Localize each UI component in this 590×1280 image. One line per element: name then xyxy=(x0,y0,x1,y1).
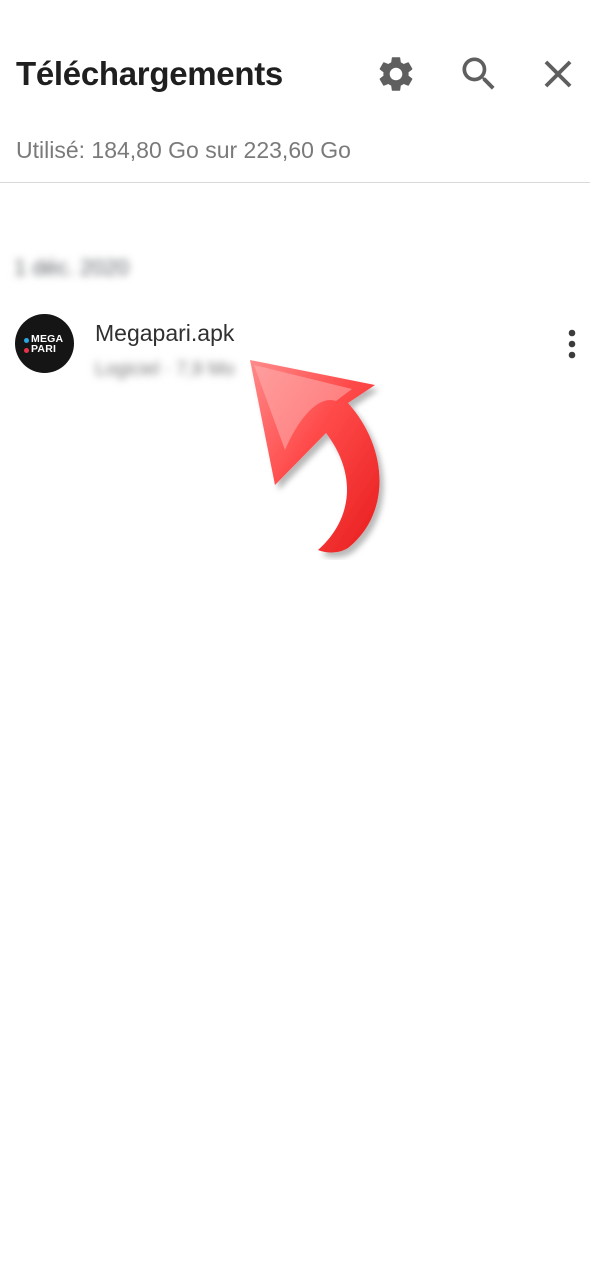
more-options-button[interactable] xyxy=(552,322,590,366)
header-divider xyxy=(0,182,590,183)
file-name: Megapari.apk xyxy=(95,320,235,346)
download-list-item[interactable]: MEGA PARI Megapari.apk Logiciel · 7,9 Mo xyxy=(0,300,590,390)
settings-icon xyxy=(379,57,413,91)
megapari-app-icon: MEGA PARI xyxy=(15,314,74,373)
search-button[interactable] xyxy=(455,50,503,98)
logo-dot-blue xyxy=(24,338,29,343)
app-header: Téléchargements xyxy=(0,0,590,120)
settings-button[interactable] xyxy=(372,50,420,98)
close-icon xyxy=(544,60,572,88)
more-vert-icon xyxy=(568,329,576,359)
close-button[interactable] xyxy=(534,50,582,98)
search-icon xyxy=(462,57,495,90)
logo-dot-red xyxy=(24,348,29,353)
storage-usage-text: Utilisé: 184,80 Go sur 223,60 Go xyxy=(16,137,351,163)
date-section-header: 1 déc. 2020 xyxy=(14,255,129,280)
page-title: Téléchargements xyxy=(16,55,283,92)
file-meta: Logiciel · 7,9 Mo xyxy=(95,359,235,380)
logo-text-line-2: PARI xyxy=(31,343,57,355)
